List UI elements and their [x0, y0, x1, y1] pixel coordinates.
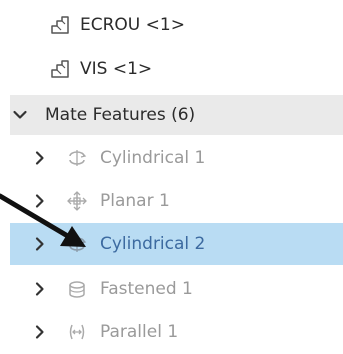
tree-item-part-ecrou[interactable]: ECROU <1> [0, 4, 343, 46]
feature-tree: ECROU <1> VIS <1> Mate Features (6) Cyli… [0, 0, 343, 354]
tree-item-label: Parallel 1 [100, 322, 179, 342]
cylindrical-mate-icon [66, 147, 88, 169]
tree-item-label: Cylindrical 2 [100, 234, 206, 254]
tree-item-mate-parallel-1[interactable]: Parallel 1 [0, 311, 343, 353]
parallel-mate-icon [66, 321, 88, 343]
planar-mate-icon [66, 190, 88, 212]
tree-item-mate-cylindrical-2[interactable]: Cylindrical 2 [10, 223, 343, 265]
tree-item-label: ECROU <1> [80, 15, 185, 35]
tree-item-label: Fastened 1 [100, 279, 193, 299]
chevron-right-icon[interactable] [32, 324, 48, 340]
chevron-right-icon[interactable] [32, 193, 48, 209]
tree-item-part-vis[interactable]: VIS <1> [0, 48, 343, 90]
tree-item-mate-cylindrical-1[interactable]: Cylindrical 1 [0, 137, 343, 179]
part-icon [49, 14, 71, 36]
chevron-down-icon[interactable] [12, 107, 28, 123]
chevron-right-icon[interactable] [32, 281, 48, 297]
tree-item-label: VIS <1> [80, 59, 153, 79]
section-label: Mate Features (6) [45, 105, 196, 125]
chevron-right-icon[interactable] [32, 150, 48, 166]
part-icon [49, 58, 71, 80]
tree-item-label: Planar 1 [100, 191, 170, 211]
tree-item-label: Cylindrical 1 [100, 148, 206, 168]
mate-features-section-header[interactable]: Mate Features (6) [10, 95, 343, 135]
tree-item-mate-fastened-1[interactable]: Fastened 1 [0, 268, 343, 310]
tree-item-mate-planar-1[interactable]: Planar 1 [0, 180, 343, 222]
cylindrical-mate-icon [66, 233, 88, 255]
fastened-mate-icon [66, 278, 88, 300]
chevron-right-icon[interactable] [32, 236, 48, 252]
